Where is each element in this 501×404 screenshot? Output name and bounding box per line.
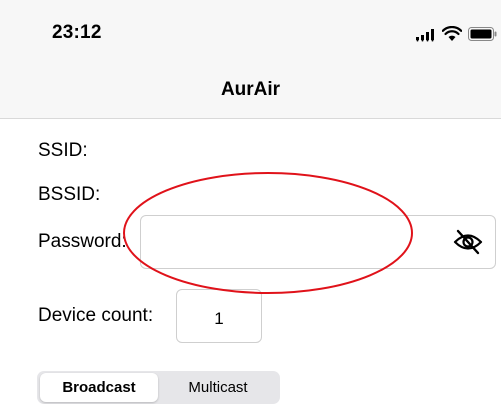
password-field[interactable] xyxy=(140,215,496,269)
eye-slash-icon[interactable] xyxy=(453,228,483,256)
page-title: AurAir xyxy=(220,79,281,100)
signal-icon xyxy=(416,29,434,42)
status-bar: 23:12 xyxy=(0,0,501,66)
ssid-label: SSID: xyxy=(38,140,88,161)
mode-segmented-control[interactable]: Broadcast Multicast xyxy=(37,371,280,404)
device-count-input[interactable] xyxy=(177,290,261,342)
password-label: Password: xyxy=(38,231,127,252)
bssid-label: BSSID: xyxy=(38,184,101,205)
password-input[interactable] xyxy=(147,224,441,262)
battery-icon xyxy=(468,27,497,41)
segment-multicast[interactable]: Multicast xyxy=(159,373,277,402)
wifi-icon xyxy=(442,26,462,41)
nav-bar: AurAir xyxy=(0,66,501,119)
device-count-label: Device count: xyxy=(38,305,154,326)
status-time: 23:12 xyxy=(52,22,102,43)
device-count-field[interactable] xyxy=(176,289,262,343)
segment-broadcast[interactable]: Broadcast xyxy=(40,373,158,402)
